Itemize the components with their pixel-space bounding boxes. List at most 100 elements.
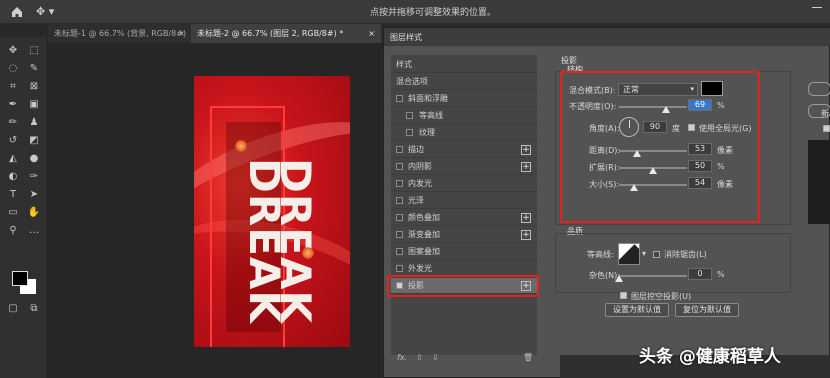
set-default-button[interactable]: 设置为默认值 bbox=[605, 303, 669, 317]
style-checkbox[interactable] bbox=[396, 180, 403, 187]
bucket-icon[interactable]: ◭ bbox=[6, 153, 20, 165]
style-checkbox[interactable] bbox=[396, 163, 403, 170]
move-tool-icon[interactable]: ✥ ▾ bbox=[36, 5, 64, 19]
layer-style-dialog: 图层样式 样式 混合选项 斜面和浮雕 等高线 纹理 描边 + 内阴影 + 内发光 光泽 颜色叠加 + 渐变… bbox=[383, 27, 830, 378]
style-item[interactable]: 渐变叠加 + bbox=[391, 227, 537, 243]
style-item[interactable]: 等高线 bbox=[391, 108, 537, 124]
doc-tab-1[interactable]: 未标题-1 @ 66.7% (背景, RGB/8#) * × bbox=[48, 24, 191, 57]
fx-icon[interactable]: fx. bbox=[397, 353, 407, 362]
dodge-icon[interactable]: ◐ bbox=[6, 171, 20, 183]
blur-icon[interactable]: ● bbox=[27, 153, 41, 165]
knockout-checkbox[interactable] bbox=[620, 292, 627, 299]
style-item[interactable]: 斜面和浮雕 bbox=[391, 91, 537, 107]
style-item[interactable]: 描边 + bbox=[391, 142, 537, 158]
add-style-icon[interactable]: + bbox=[521, 145, 531, 155]
healing-icon[interactable]: ▣ bbox=[27, 99, 41, 111]
style-item-label: 内阴影 bbox=[408, 162, 432, 171]
type-icon[interactable]: T bbox=[6, 189, 20, 201]
screen-mode-icon[interactable]: ⧉ bbox=[27, 303, 41, 315]
style-checkbox[interactable] bbox=[396, 146, 403, 153]
add-style-icon[interactable]: + bbox=[521, 213, 531, 223]
new-style-label[interactable]: 新 bbox=[821, 108, 829, 119]
photoshop-window: ✥ ▾ 点按并拖移可调整效果的位置。 未标题-1 @ 66.7% (背景, RG… bbox=[0, 0, 830, 378]
ok-button[interactable] bbox=[808, 82, 830, 96]
style-checkbox[interactable] bbox=[406, 112, 413, 119]
close-icon[interactable]: × bbox=[178, 24, 185, 43]
close-icon[interactable]: × bbox=[368, 24, 375, 43]
style-item-label: 内发光 bbox=[408, 179, 432, 188]
dialog-title: 图层样式 bbox=[390, 33, 422, 42]
style-checkbox[interactable] bbox=[396, 231, 403, 238]
contour-picker[interactable] bbox=[618, 243, 640, 265]
style-item-label: 斜面和浮雕 bbox=[408, 94, 448, 103]
lasso-icon[interactable]: ◌ bbox=[6, 63, 20, 75]
style-item-label: 混合选项 bbox=[396, 77, 428, 86]
move-up-icon[interactable]: ⇧ bbox=[416, 353, 423, 362]
style-checkbox[interactable] bbox=[396, 248, 403, 255]
history-brush-icon[interactable]: ↺ bbox=[6, 135, 20, 147]
dialog-titlebar[interactable]: 图层样式 bbox=[384, 28, 830, 46]
style-checkbox[interactable] bbox=[396, 95, 403, 102]
doc-tab-2[interactable]: 未标题-2 @ 66.7% (图层 2, RGB/8#) * × bbox=[191, 24, 381, 43]
preview-checkbox[interactable] bbox=[823, 125, 830, 132]
watermark: 头条 @健康稻草人 bbox=[639, 347, 781, 367]
eyedropper-icon[interactable]: ✒ bbox=[6, 99, 20, 111]
quality-group bbox=[555, 233, 791, 293]
move-icon[interactable]: ✥ bbox=[6, 45, 20, 57]
style-checkbox[interactable] bbox=[406, 129, 413, 136]
chevron-down-icon[interactable]: ▾ bbox=[642, 249, 646, 258]
frame-icon[interactable]: ⊠ bbox=[27, 81, 41, 93]
foreground-color[interactable] bbox=[12, 271, 28, 286]
quick-select-icon[interactable]: ✎ bbox=[27, 63, 41, 75]
rectangle-icon[interactable]: ▭ bbox=[6, 207, 20, 219]
move-down-icon[interactable]: ⇩ bbox=[432, 353, 439, 362]
drop-shadow-panel: 投影 结构 混合模式(B): 正常 ▾ 不透明度(O): 69 % 角度(A):… bbox=[547, 55, 797, 355]
trash-icon[interactable]: 🗑 bbox=[523, 353, 533, 362]
style-item[interactable]: 内发光 bbox=[391, 176, 537, 192]
style-item-label: 样式 bbox=[396, 60, 412, 69]
marquee-icon[interactable]: ⬚ bbox=[27, 45, 41, 57]
style-item[interactable]: 颜色叠加 + bbox=[391, 210, 537, 226]
eraser-icon[interactable]: ◩ bbox=[27, 135, 41, 147]
style-item-label: 渐变叠加 bbox=[408, 230, 440, 239]
hand-icon[interactable]: ✋ bbox=[27, 207, 41, 219]
style-checkbox[interactable] bbox=[396, 197, 403, 204]
path-select-icon[interactable]: ➤ bbox=[27, 189, 41, 201]
style-item-label: 颜色叠加 bbox=[408, 213, 440, 222]
style-checkbox[interactable] bbox=[396, 214, 403, 221]
crop-icon[interactable]: ⌗ bbox=[6, 81, 20, 93]
antialias-checkbox[interactable] bbox=[653, 251, 660, 258]
style-item[interactable]: 图案叠加 bbox=[391, 244, 537, 260]
noise-slider-thumb[interactable] bbox=[615, 275, 623, 282]
style-item[interactable]: 内阴影 + bbox=[391, 159, 537, 175]
noise-input[interactable]: 0 bbox=[688, 268, 712, 280]
style-item[interactable]: 纹理 bbox=[391, 125, 537, 141]
style-item[interactable]: 混合选项 bbox=[391, 74, 537, 90]
style-item[interactable]: 光泽 bbox=[391, 193, 537, 209]
pen-icon[interactable]: ✑ bbox=[27, 171, 41, 183]
style-item-label: 光泽 bbox=[408, 196, 424, 205]
style-list-footer: fx. ⇧ ⇩ 🗑 bbox=[391, 351, 537, 367]
minimize-icon[interactable] bbox=[812, 7, 822, 8]
stamp-icon[interactable]: ♟ bbox=[27, 117, 41, 129]
more-tools-icon[interactable]: … bbox=[27, 225, 41, 237]
options-bar: ✥ ▾ 点按并拖移可调整效果的位置。 bbox=[0, 0, 830, 24]
add-style-icon[interactable]: + bbox=[521, 230, 531, 240]
add-style-icon[interactable]: + bbox=[521, 162, 531, 172]
hint-text: 点按并拖移可调整效果的位置。 bbox=[370, 8, 497, 18]
brush-icon[interactable]: ✏ bbox=[6, 117, 20, 129]
quick-mask-icon[interactable]: ▢ bbox=[6, 303, 20, 315]
noise-slider[interactable] bbox=[619, 275, 687, 277]
style-list: 样式混合选项斜面和浮雕等高线 纹理 描边 + 内阴影 + 内发光光泽颜色叠加 + 渐变叠加 + 图案… bbox=[387, 55, 539, 355]
percent-unit: % bbox=[717, 270, 725, 279]
reset-default-button[interactable]: 复位为默认值 bbox=[675, 303, 739, 317]
highlight-box bbox=[387, 275, 539, 297]
style-checkbox[interactable] bbox=[396, 265, 403, 272]
toolbox: ✥ ⬚ ◌ ✎ ⌗ ⊠ ✒ ▣ ✏ ♟ ↺ ◩ ◭ ● ◐ ✑ T ➤ ▭ ✋ … bbox=[0, 37, 48, 378]
style-item[interactable]: 样式 bbox=[391, 57, 537, 73]
home-icon[interactable] bbox=[10, 5, 24, 19]
contour-label: 等高线: bbox=[587, 250, 614, 259]
zoom-icon[interactable]: ⚲ bbox=[6, 225, 20, 237]
doc-tab-label: 未标题-2 @ 66.7% (图层 2, RGB/8#) * bbox=[197, 29, 344, 38]
firework-decoration bbox=[234, 139, 248, 153]
